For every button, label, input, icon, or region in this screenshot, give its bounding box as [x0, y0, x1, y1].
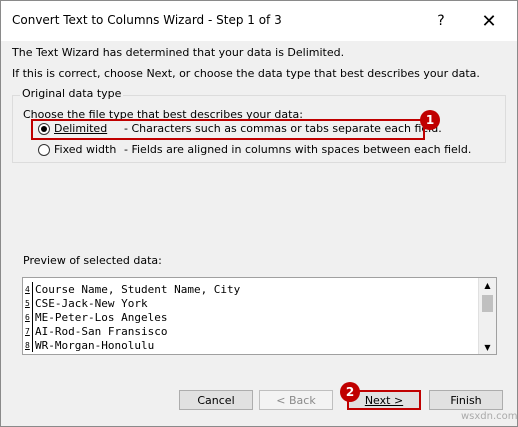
delimited-highlight-box: [31, 119, 425, 140]
fixed-width-label[interactable]: Fixed width: [54, 143, 124, 156]
scroll-up-icon[interactable]: ▲: [479, 278, 496, 292]
fixed-width-radio[interactable]: [38, 143, 50, 156]
fixed-width-option[interactable]: Fixed width - Fields are aligned in colu…: [38, 143, 471, 156]
scroll-down-icon[interactable]: ▼: [479, 340, 496, 354]
preview-row: 8 WR-Morgan-Honolulu: [23, 338, 240, 352]
preview-row: 6 ME-Peter-Los Angeles: [23, 310, 240, 324]
row-number: 8: [23, 338, 33, 352]
preview-box: 4 Course Name, Student Name, City 5 CSE-…: [22, 277, 497, 355]
row-number: 7: [23, 324, 33, 338]
cancel-button[interactable]: Cancel: [179, 390, 253, 410]
row-number: 5: [23, 296, 33, 310]
scroll-thumb[interactable]: [482, 295, 493, 312]
back-button[interactable]: < Back: [259, 390, 333, 410]
row-text: CSE-Jack-New York: [35, 296, 148, 310]
preview-label: Preview of selected data:: [23, 254, 162, 267]
step-badge-2: 2: [340, 382, 360, 402]
close-button[interactable]: ✕: [469, 7, 509, 35]
step-badge-1: 1: [420, 110, 440, 130]
title-bar: Convert Text to Columns Wizard - Step 1 …: [1, 1, 517, 41]
finish-button[interactable]: Finish: [429, 390, 503, 410]
fixed-width-description: - Fields are aligned in columns with spa…: [124, 143, 472, 156]
window-title: Convert Text to Columns Wizard - Step 1 …: [12, 13, 282, 27]
intro-line-2: If this is correct, choose Next, or choo…: [12, 67, 480, 80]
group-label: Original data type: [20, 87, 124, 100]
row-text: WR-Morgan-Honolulu: [35, 338, 155, 352]
wizard-window: Convert Text to Columns Wizard - Step 1 …: [0, 0, 518, 427]
preview-row: 7 AI-Rod-San Fransisco: [23, 324, 240, 338]
help-button[interactable]: ?: [423, 7, 459, 35]
preview-row: 5 CSE-Jack-New York: [23, 296, 240, 310]
row-text: ME-Peter-Los Angeles: [35, 310, 168, 324]
question-mark-icon: ?: [437, 13, 445, 29]
close-icon: ✕: [481, 10, 497, 32]
row-number: 4: [23, 282, 33, 296]
preview-scrollbar[interactable]: ▲ ▼: [478, 278, 496, 354]
watermark: wsxdn.com: [461, 411, 518, 422]
row-text: AI-Rod-San Fransisco: [35, 324, 168, 338]
row-number: 6: [23, 310, 33, 324]
intro-line-1: The Text Wizard has determined that your…: [12, 46, 345, 59]
preview-row: 4 Course Name, Student Name, City: [23, 282, 240, 296]
row-text: Course Name, Student Name, City: [35, 282, 241, 296]
